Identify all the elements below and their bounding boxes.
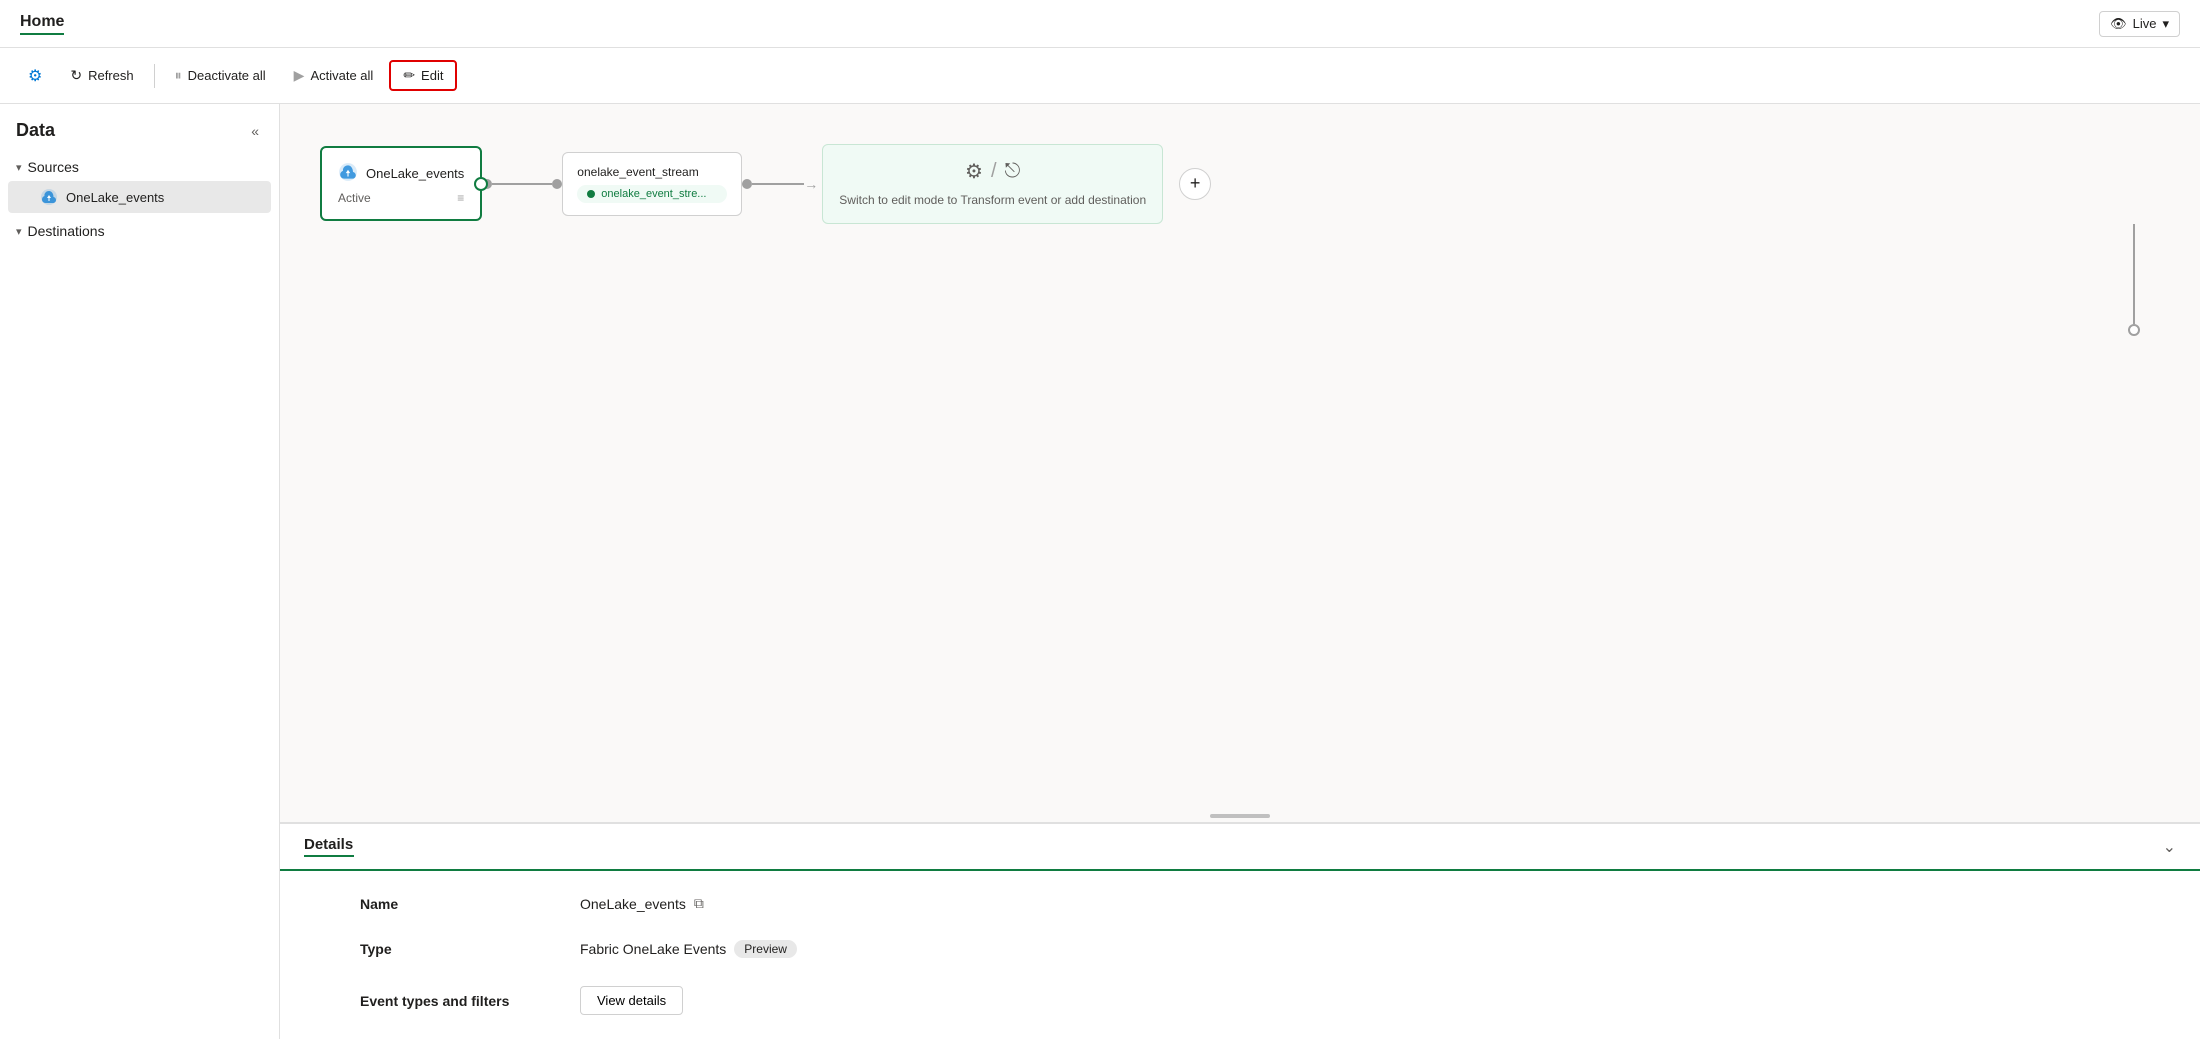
sources-section-header[interactable]: ▾ Sources [0, 153, 279, 181]
gear-icon: ⚙ [28, 66, 42, 86]
event-types-value: View details [580, 982, 2120, 1019]
type-label: Type [360, 937, 580, 961]
connector-dot-3 [742, 179, 752, 189]
transform-icon: ⚙ [965, 159, 983, 184]
stream-dot [587, 190, 595, 198]
source-node[interactable]: OneLake_events Active ≡ [320, 146, 482, 221]
hamburger-icon: ≡ [457, 191, 464, 205]
add-button[interactable]: + [1179, 168, 1211, 200]
slash: / [991, 160, 997, 183]
title-underline [20, 33, 64, 35]
stream-badge: onelake_event_stre... [577, 185, 727, 203]
connector-dot-2 [552, 179, 562, 189]
live-label: Live [2133, 16, 2157, 31]
type-value: Fabric OneLake Events [580, 941, 726, 957]
sidebar-header: Data « [0, 120, 279, 153]
scrollbar-thumb [1210, 814, 1270, 818]
copy-icon[interactable]: ⧉ [694, 895, 704, 912]
chevron-down-icon: ▾ [2162, 16, 2169, 32]
deactivate-all-button[interactable]: ⏸ Deactivate all [163, 61, 278, 90]
title-bar: Home 👁 Live ▾ [0, 0, 2200, 48]
dest-node[interactable]: ⚙ / ⎋ Switch to edit mode to Transform e… [822, 144, 1163, 224]
title-bar-left: Home [20, 13, 64, 35]
refresh-button[interactable]: ↻ Refresh [58, 61, 145, 90]
event-types-label: Event types and filters [360, 989, 580, 1013]
collapse-icon[interactable]: « [247, 121, 263, 141]
gear-button[interactable]: ⚙ [16, 60, 54, 92]
onelake-events-label: OneLake_events [66, 190, 164, 205]
details-underline [304, 855, 354, 857]
activate-all-button[interactable]: ▶ Activate all [282, 61, 386, 90]
details-collapse-icon[interactable]: ⌄ [2163, 837, 2176, 857]
sidebar-section-sources: ▾ Sources OneLake_events [0, 153, 279, 213]
sidebar-section-destinations: ▾ Destinations [0, 217, 279, 245]
dest-node-text: Switch to edit mode to Transform event o… [839, 192, 1146, 209]
destinations-chevron: ▾ [16, 225, 22, 238]
connector-line-2 [752, 183, 804, 185]
arrow-icon: → [804, 176, 818, 192]
sidebar-title: Data [16, 120, 55, 141]
refresh-label: Refresh [88, 68, 134, 83]
preview-badge: Preview [734, 940, 797, 958]
flow-container: OneLake_events Active ≡ onelake_e [320, 144, 2160, 224]
canvas-scrollbar[interactable] [280, 810, 2200, 823]
source-node-title: OneLake_events [338, 162, 464, 185]
edit-button[interactable]: ✏ Edit [389, 60, 457, 91]
plus-icon: + [1190, 173, 1201, 194]
deactivate-icon: ⏸ [175, 67, 182, 84]
details-panel: Details ⌄ Name OneLake_events ⧉ Type Fab… [280, 823, 2200, 1039]
main-layout: Data « ▾ Sources OneLake_events [0, 104, 2200, 1039]
live-button[interactable]: 👁 Live ▾ [2099, 11, 2180, 37]
v-dot [2128, 324, 2140, 336]
source-node-name: OneLake_events [366, 166, 464, 181]
type-value-group: Fabric OneLake Events Preview [580, 936, 2120, 962]
source-node-status: Active ≡ [338, 191, 464, 205]
toolbar: ⚙ ↻ Refresh ⏸ Deactivate all ▶ Activate … [0, 48, 2200, 104]
edit-label: Edit [421, 68, 443, 83]
page-title: Home [20, 13, 64, 31]
view-details-button[interactable]: View details [580, 986, 683, 1015]
source-onelake-icon [338, 162, 358, 185]
destinations-section-header[interactable]: ▾ Destinations [0, 217, 279, 245]
dest-icon: ⎋ [1005, 160, 1021, 183]
dest-node-icons: ⚙ / ⎋ [839, 159, 1146, 184]
v-line [2133, 224, 2135, 324]
connector-2: → [742, 176, 822, 192]
activate-label: Activate all [310, 68, 373, 83]
canvas-area: OneLake_events Active ≡ onelake_e [280, 104, 2200, 1039]
stream-node-title: onelake_event_stream [577, 165, 727, 179]
details-title-group: Details [304, 836, 354, 857]
deactivate-label: Deactivate all [188, 68, 266, 83]
active-status: Active [338, 191, 371, 205]
connector-line-1 [492, 183, 552, 185]
stream-badge-label: onelake_event_stre... [601, 188, 706, 200]
destinations-label: Destinations [28, 223, 105, 239]
details-header[interactable]: Details ⌄ [280, 824, 2200, 871]
edit-icon: ✏ [403, 67, 415, 84]
toolbar-divider-1 [154, 64, 155, 88]
activate-icon: ▶ [294, 67, 305, 84]
stream-node[interactable]: onelake_event_stream onelake_event_stre.… [562, 152, 742, 216]
connector-1 [482, 179, 562, 189]
source-connector-dot [474, 177, 488, 191]
sidebar-item-onelake-events[interactable]: OneLake_events [8, 181, 271, 213]
sources-chevron: ▾ [16, 161, 22, 174]
details-title: Details [304, 836, 353, 853]
sidebar: Data « ▾ Sources OneLake_events [0, 104, 280, 1039]
canvas-diagram[interactable]: OneLake_events Active ≡ onelake_e [280, 104, 2200, 810]
eye-icon: 👁 [2110, 16, 2127, 32]
details-content: Name OneLake_events ⧉ Type Fabric OneLak… [280, 871, 2200, 1039]
onelake-icon [40, 188, 58, 206]
name-value: OneLake_events [580, 896, 686, 912]
vertical-connector [2128, 224, 2140, 336]
refresh-icon: ↻ [70, 67, 82, 84]
name-label: Name [360, 892, 580, 916]
name-value-group: OneLake_events ⧉ [580, 891, 2120, 916]
sources-label: Sources [28, 159, 79, 175]
